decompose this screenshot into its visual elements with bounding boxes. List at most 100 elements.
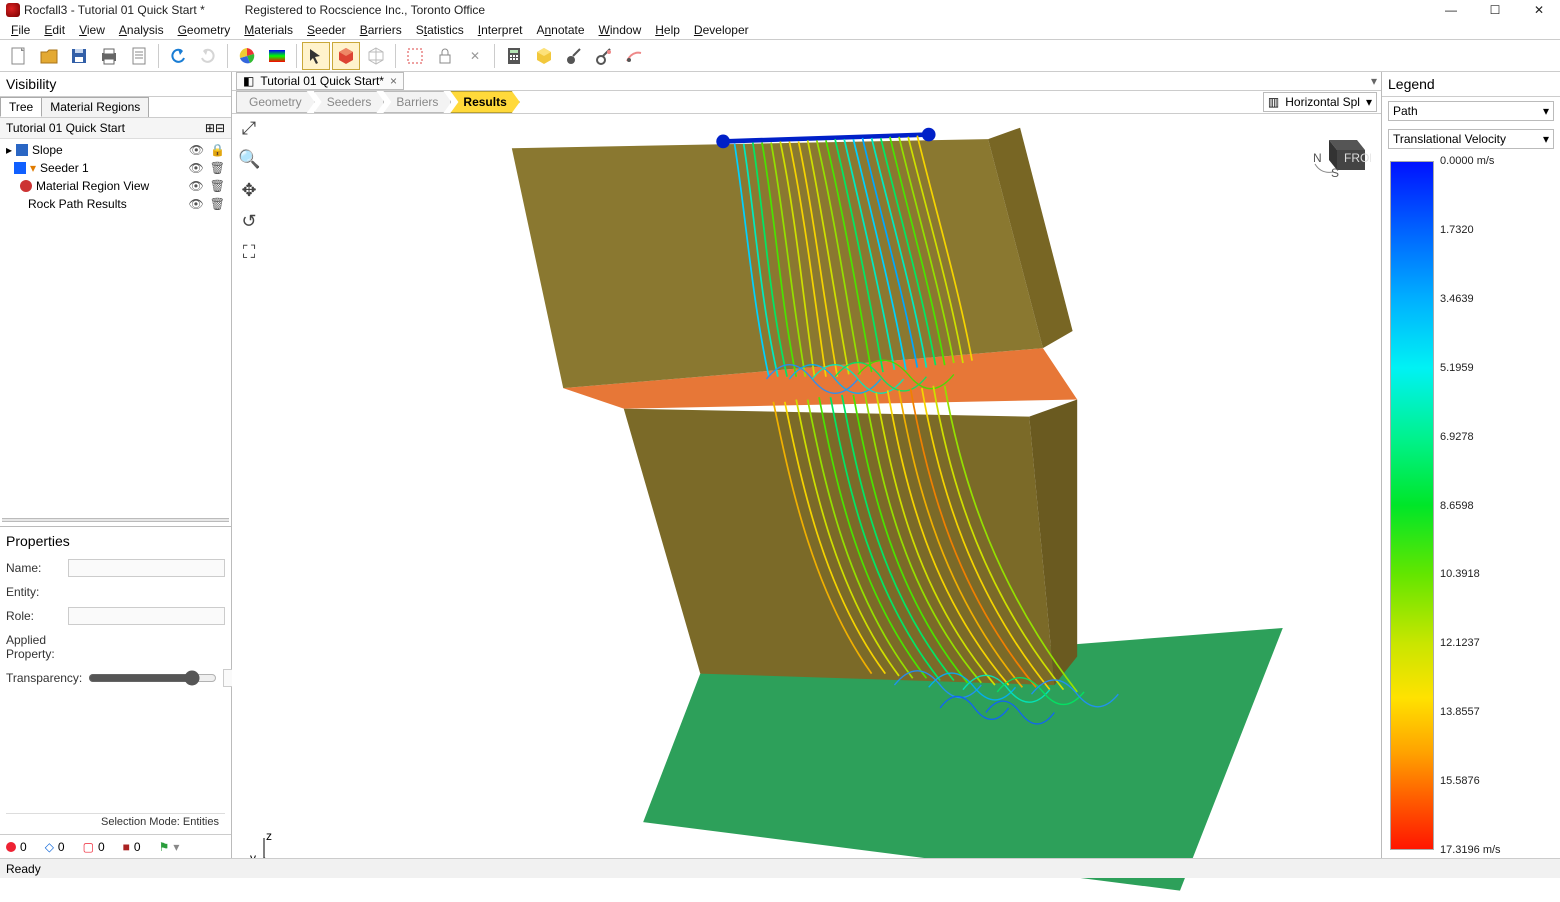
delete-icon[interactable]: 🗑 bbox=[210, 179, 225, 193]
open-file-button[interactable] bbox=[35, 42, 63, 70]
eye-icon[interactable]: 👁 bbox=[189, 161, 204, 175]
visibility-title: Visibility bbox=[0, 72, 231, 97]
doc-tab-icon: ◧ bbox=[243, 74, 254, 88]
split-view-dropdown[interactable]: ▥ Horizontal Spl ▾ bbox=[1263, 92, 1377, 112]
properties-title: Properties bbox=[6, 531, 225, 555]
lock-icon[interactable]: 🔒 bbox=[210, 143, 225, 157]
lock-button[interactable] bbox=[431, 42, 459, 70]
legend-quantity-dropdown[interactable]: Translational Velocity▾ bbox=[1388, 129, 1554, 149]
legend-title: Legend bbox=[1382, 72, 1560, 97]
menu-developer[interactable]: Developer bbox=[687, 22, 756, 38]
close-tab-button[interactable]: × bbox=[390, 74, 397, 88]
chevron-down-icon: ▾ bbox=[1366, 95, 1372, 109]
calculator-button[interactable] bbox=[500, 42, 528, 70]
panel-splitter[interactable] bbox=[2, 518, 229, 522]
counter-4: ■0 bbox=[123, 840, 141, 854]
expander-icon[interactable]: ▸ bbox=[6, 143, 12, 157]
print-button[interactable] bbox=[95, 42, 123, 70]
crumb-geometry[interactable]: Geometry bbox=[236, 91, 315, 113]
pan-icon[interactable]: ✥ bbox=[238, 180, 260, 201]
counter-1: 0 bbox=[6, 840, 27, 854]
menu-analysis[interactable]: Analysis bbox=[112, 22, 171, 38]
counter-5: ⚑▾ bbox=[159, 840, 180, 854]
menu-geometry[interactable]: Geometry bbox=[171, 22, 238, 38]
menu-materials[interactable]: Materials bbox=[237, 22, 300, 38]
redo-button[interactable] bbox=[194, 42, 222, 70]
svg-text:S: S bbox=[1331, 166, 1339, 178]
close-button[interactable]: ✕ bbox=[1524, 3, 1554, 17]
tab-dropdown-icon[interactable]: ▾ bbox=[1371, 74, 1377, 88]
orientation-cube[interactable]: FRONT N S bbox=[1311, 134, 1371, 178]
tree-body: ▸ Slope 👁🔒 ▾ Seeder 1 👁🗑 Material Region… bbox=[0, 139, 231, 215]
delete-icon[interactable]: 🗑 bbox=[210, 197, 225, 211]
tree-item-slope[interactable]: ▸ Slope 👁🔒 bbox=[0, 141, 231, 159]
collapse-all-icon[interactable]: ⊟ bbox=[215, 121, 225, 135]
tree-item-material-region-view[interactable]: Material Region View 👁🗑 bbox=[0, 177, 231, 195]
menu-interpret[interactable]: Interpret bbox=[471, 22, 530, 38]
tab-tree[interactable]: Tree bbox=[0, 97, 42, 117]
report-button[interactable] bbox=[125, 42, 153, 70]
bbox-button[interactable] bbox=[401, 42, 429, 70]
menu-annotate[interactable]: Annotate bbox=[529, 22, 591, 38]
menu-help[interactable]: Help bbox=[648, 22, 687, 38]
crumb-seeders[interactable]: Seeders bbox=[314, 91, 385, 113]
menu-seeder[interactable]: Seeder bbox=[300, 22, 353, 38]
menu-file[interactable]: File bbox=[4, 22, 37, 38]
crumb-barriers[interactable]: Barriers bbox=[383, 91, 451, 113]
status-bar: Ready bbox=[0, 858, 1560, 878]
swatch-icon bbox=[14, 162, 26, 174]
materials-button[interactable] bbox=[233, 42, 261, 70]
tab-material-regions[interactable]: Material Regions bbox=[41, 97, 149, 117]
rotate-icon[interactable]: ↺ bbox=[238, 211, 260, 232]
tree-item-seeder[interactable]: ▾ Seeder 1 👁🗑 bbox=[0, 159, 231, 177]
maximize-button[interactable]: ☐ bbox=[1480, 3, 1510, 17]
eye-icon[interactable]: 👁 bbox=[189, 197, 204, 211]
split-label: Horizontal Spl bbox=[1285, 95, 1360, 109]
menu-edit[interactable]: Edit bbox=[37, 22, 72, 38]
doc-tab-label: Tutorial 01 Quick Start* bbox=[260, 74, 384, 88]
show-wire-button[interactable] bbox=[362, 42, 390, 70]
expand-all-icon[interactable]: ⊞ bbox=[205, 121, 215, 135]
menu-view[interactable]: View bbox=[72, 22, 112, 38]
prop-applied-label: Applied Property: bbox=[6, 633, 96, 661]
tool-a-button[interactable] bbox=[560, 42, 588, 70]
new-file-button[interactable] bbox=[5, 42, 33, 70]
select-button[interactable] bbox=[302, 42, 330, 70]
crumb-results[interactable]: Results bbox=[450, 91, 519, 113]
swatch-icon bbox=[16, 144, 28, 156]
tool-b-button[interactable] bbox=[590, 42, 618, 70]
delete-icon[interactable]: 🗑 bbox=[210, 161, 225, 175]
legend-category-dropdown[interactable]: Path▾ bbox=[1388, 101, 1554, 121]
cube-yellow-button[interactable] bbox=[530, 42, 558, 70]
tool-c-button[interactable] bbox=[620, 42, 648, 70]
tree-root: Tutorial 01 Quick Start bbox=[6, 121, 125, 135]
menu-barriers[interactable]: Barriers bbox=[353, 22, 409, 38]
prop-name-input[interactable] bbox=[68, 559, 225, 577]
minimize-button[interactable]: — bbox=[1436, 3, 1466, 17]
fullscreen-icon[interactable]: ⛶ bbox=[238, 242, 260, 263]
eye-icon[interactable]: 👁 bbox=[189, 143, 204, 157]
undo-button[interactable] bbox=[164, 42, 192, 70]
counter-3: ▢0 bbox=[83, 840, 105, 854]
status-text: Ready bbox=[6, 862, 41, 876]
split-icon: ▥ bbox=[1268, 95, 1279, 109]
show-solid-button[interactable] bbox=[332, 42, 360, 70]
colormap-button[interactable] bbox=[263, 42, 291, 70]
clear-button[interactable]: ✕ bbox=[461, 42, 489, 70]
eye-icon[interactable]: 👁 bbox=[189, 179, 204, 193]
menu-statistics[interactable]: Statistics bbox=[409, 22, 471, 38]
transparency-slider[interactable] bbox=[88, 670, 217, 686]
zoom-icon[interactable]: 🔍 bbox=[238, 149, 260, 170]
selection-mode-label: Selection Mode: Entities bbox=[6, 813, 225, 830]
viewport-3d[interactable]: ⤢ 🔍 ✥ ↺ ⛶ bbox=[232, 114, 1381, 902]
prop-entity-label: Entity: bbox=[6, 585, 96, 599]
menu-window[interactable]: Window bbox=[592, 22, 649, 38]
menu-bar: File Edit View Analysis Geometry Materia… bbox=[0, 20, 1560, 40]
counter-bar: 0 ◇0 ▢0 ■0 ⚑▾ bbox=[0, 834, 231, 858]
save-button[interactable] bbox=[65, 42, 93, 70]
svg-text:N: N bbox=[1313, 151, 1322, 165]
tree-item-rock-path[interactable]: Rock Path Results 👁🗑 bbox=[0, 195, 231, 213]
document-tab[interactable]: ◧ Tutorial 01 Quick Start* × bbox=[236, 72, 404, 90]
prop-role-input[interactable] bbox=[68, 607, 225, 625]
zoom-fit-icon[interactable]: ⤢ bbox=[238, 118, 260, 139]
